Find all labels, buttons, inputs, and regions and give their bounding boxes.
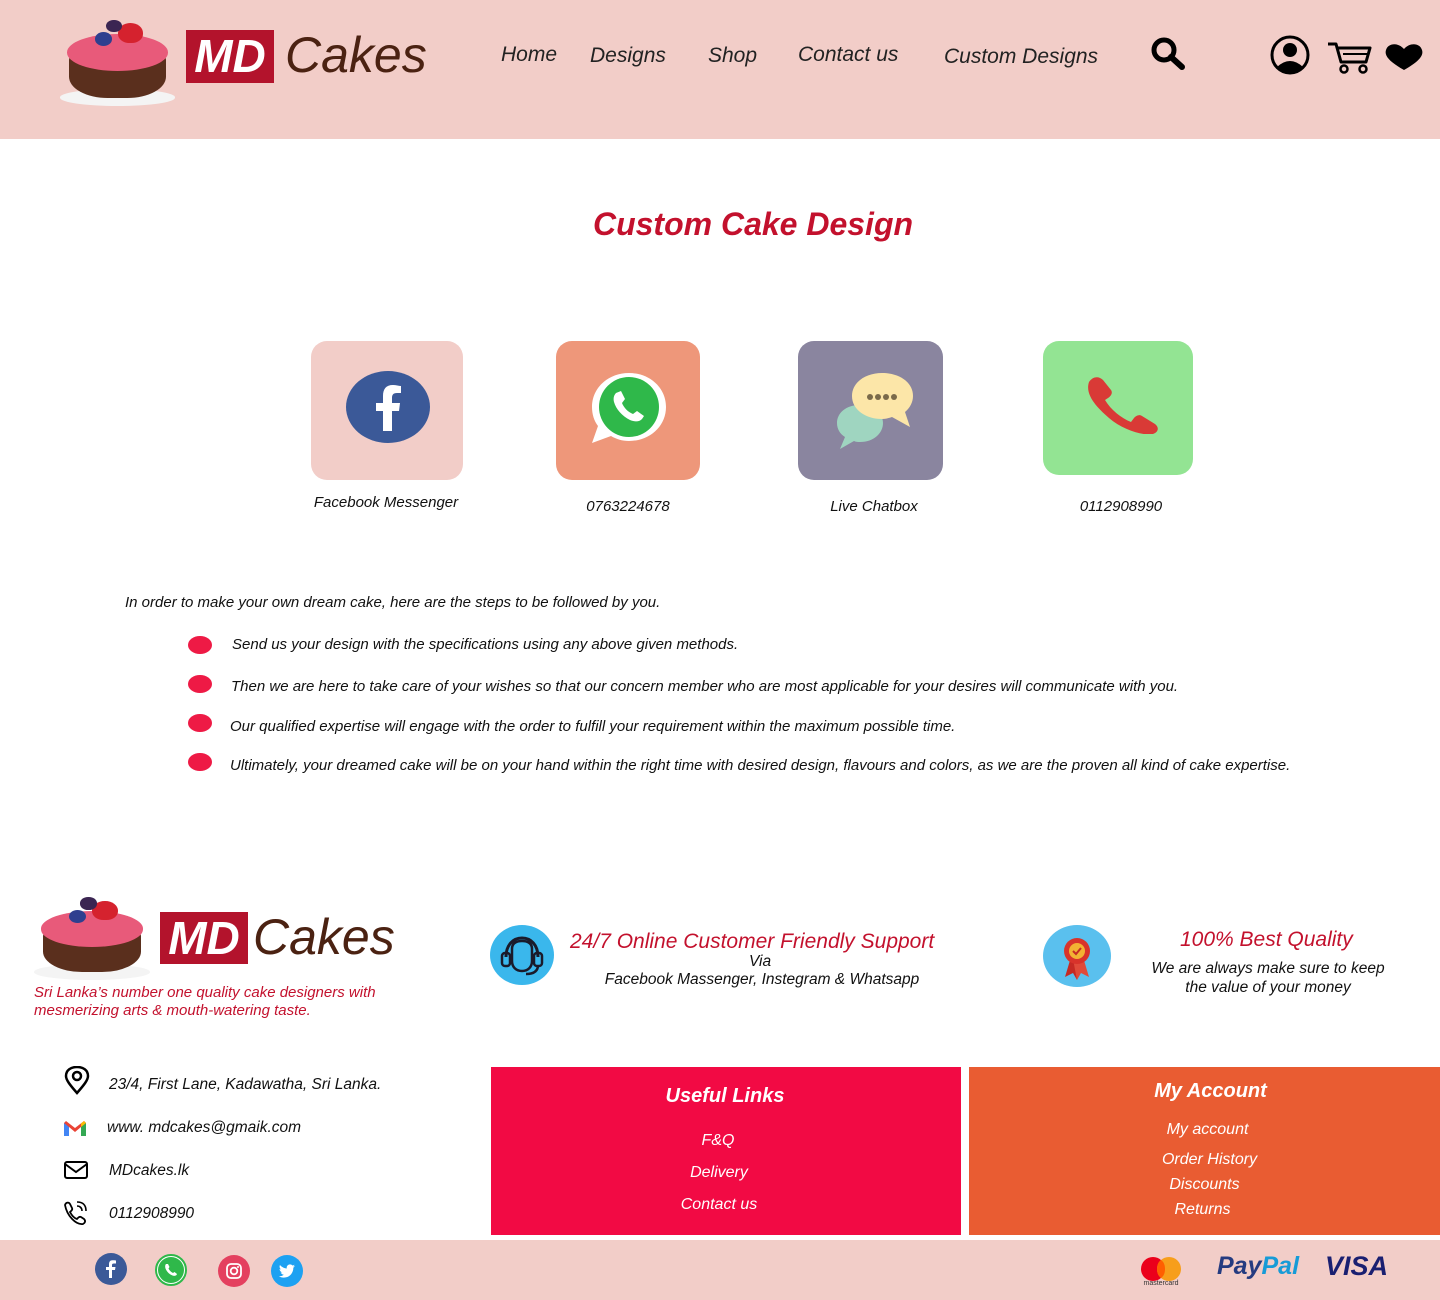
chat-icon: [837, 373, 913, 449]
twitter-icon: [278, 1263, 295, 1278]
quality-line-1: We are always make sure to keep: [1151, 960, 1385, 977]
footer-tagline: Sri Lanka’s number one quality cake desi…: [34, 984, 376, 1019]
phone-ring-icon: [64, 1201, 87, 1225]
footer-cake-logo-image: [34, 892, 150, 980]
step-3: Our qualified expertise will engage with…: [230, 718, 956, 735]
nav-designs[interactable]: Designs: [590, 44, 666, 68]
nav-shop[interactable]: Shop: [708, 44, 757, 68]
whatsapp-icon: [592, 373, 666, 443]
visa-logo: VISA: [1325, 1251, 1389, 1281]
footer-phone[interactable]: 0112908990: [109, 1205, 194, 1223]
live-chatbox-label: Live Chatbox: [830, 498, 918, 515]
step-bullet: [188, 675, 212, 693]
step-1: Send us your design with the specificati…: [232, 636, 739, 653]
footer-email[interactable]: www. mdcakes@gmaik.com: [107, 1119, 301, 1137]
nav-contact-us[interactable]: Contact us: [798, 43, 898, 67]
twitter-social-link[interactable]: [271, 1255, 303, 1287]
phone-card[interactable]: [1043, 341, 1193, 475]
footer-address: 23/4, First Lane, Kadawatha, Sri Lanka.: [109, 1076, 382, 1093]
cake-logo-image[interactable]: [60, 14, 175, 106]
steps-intro: In order to make your own dream cake, he…: [125, 594, 661, 611]
footer-website[interactable]: MDcakes.lk: [109, 1162, 189, 1180]
envelope-icon: [64, 1161, 88, 1179]
bottom-bar: mastercard PayPal VISA: [0, 1240, 1440, 1300]
instagram-social-link[interactable]: [218, 1255, 250, 1287]
instagram-icon: [226, 1263, 242, 1279]
mastercard-icon: [1141, 1257, 1181, 1281]
whatsapp-card[interactable]: [556, 341, 700, 480]
paypal-pay: Pay: [1217, 1252, 1262, 1280]
brand-name[interactable]: Cakes: [285, 25, 427, 85]
page-title: Custom Cake Design: [592, 206, 914, 242]
support-via: Via: [748, 953, 772, 970]
facebook-social-link[interactable]: [95, 1253, 127, 1285]
link-fq[interactable]: F&Q: [483, 1132, 953, 1150]
facebook-messenger-label: Facebook Messenger: [313, 494, 459, 511]
whatsapp-social-link[interactable]: [155, 1254, 187, 1286]
facebook-icon: [346, 371, 430, 443]
search-icon[interactable]: [1150, 36, 1186, 70]
facebook-icon: [106, 1260, 116, 1278]
paypal-pal: Pal: [1261, 1252, 1300, 1280]
paypal-logo: PayPal: [1217, 1252, 1299, 1281]
link-contact-us[interactable]: Contact us: [484, 1196, 954, 1214]
link-my-account[interactable]: My account: [972, 1121, 1440, 1139]
nav-custom-designs[interactable]: Custom Designs: [944, 45, 1098, 69]
my-account-title: My Account: [1154, 1080, 1267, 1102]
phone-icon: [1088, 377, 1158, 434]
footer-brand-name: Cakes: [253, 909, 395, 965]
link-returns[interactable]: Returns: [967, 1201, 1438, 1219]
brand-md[interactable]: MD: [186, 30, 274, 83]
quality-line-2: the value of your money: [1185, 979, 1351, 996]
my-account-box: My Account My account Order History Disc…: [969, 1067, 1440, 1235]
gmail-icon: [64, 1121, 86, 1136]
support-channels: Facebook Massenger, Instegram & Whatsapp: [604, 971, 920, 988]
quality-badge-icon: [1043, 925, 1111, 987]
site-header: MD Cakes Home Designs Shop Contact us Cu…: [0, 0, 1440, 139]
quality-title: 100% Best Quality: [1180, 928, 1353, 951]
user-icon[interactable]: [1268, 35, 1312, 75]
live-chatbox-card[interactable]: [798, 341, 943, 480]
whatsapp-icon: [158, 1257, 184, 1283]
facebook-messenger-card[interactable]: [311, 341, 463, 480]
step-bullet: [188, 714, 212, 732]
useful-links-box: Useful Links F&Q Delivery Contact us: [491, 1067, 961, 1235]
whatsapp-number-label: 0763224678: [586, 498, 670, 515]
step-4: Ultimately, your dreamed cake will be on…: [230, 757, 1291, 774]
link-delivery[interactable]: Delivery: [484, 1164, 954, 1182]
nav-home[interactable]: Home: [501, 43, 557, 67]
step-2: Then we are here to take care of your wi…: [231, 678, 1179, 695]
mastercard-text: mastercard: [1143, 1280, 1179, 1287]
step-bullet: [188, 636, 212, 654]
mastercard-logo: mastercard: [1136, 1256, 1186, 1292]
support-title: 24/7 Online Customer Friendly Support: [570, 930, 935, 953]
phone-number-label: 0112908990: [1079, 498, 1163, 515]
link-discounts[interactable]: Discounts: [969, 1176, 1440, 1194]
useful-links-title: Useful Links: [665, 1085, 785, 1107]
step-bullet: [188, 753, 212, 771]
footer-brand-md: MD: [160, 912, 248, 964]
link-order-history[interactable]: Order History: [974, 1151, 1440, 1169]
heart-icon[interactable]: [1384, 42, 1424, 72]
headset-icon: [490, 925, 554, 985]
location-pin-icon: [64, 1066, 90, 1095]
cart-icon[interactable]: [1326, 40, 1372, 74]
